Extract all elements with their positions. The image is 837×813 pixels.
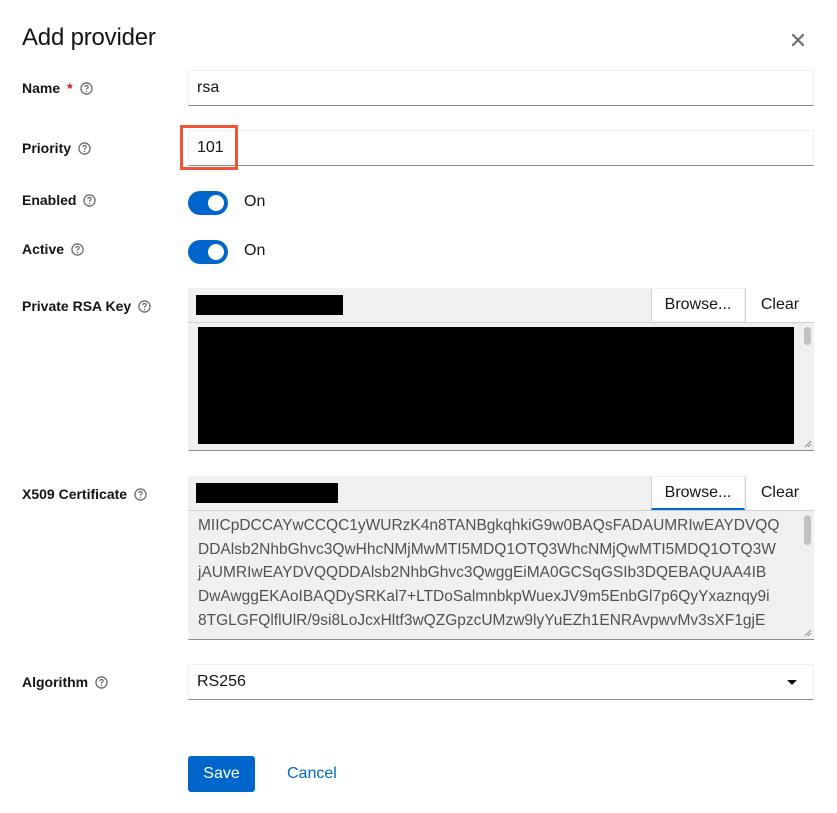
enabled-label: Enabled — [22, 192, 77, 208]
help-icon[interactable] — [138, 299, 151, 313]
enabled-state-label: On — [244, 193, 266, 210]
algorithm-label: Algorithm — [22, 674, 89, 690]
close-button[interactable] — [788, 30, 808, 50]
scrollbar[interactable] — [804, 515, 811, 545]
save-button[interactable]: Save — [188, 756, 255, 792]
certificate-filename[interactable] — [188, 476, 651, 510]
private-key-textarea[interactable] — [188, 323, 814, 451]
redacted-key-content — [198, 327, 794, 444]
priority-label: Priority — [22, 140, 72, 156]
scrollbar-thumb[interactable] — [804, 515, 811, 545]
certificate-browse-button[interactable]: Browse... — [651, 476, 745, 510]
help-icon[interactable] — [83, 193, 97, 207]
certificate-clear-button[interactable]: Clear — [745, 476, 814, 510]
enabled-toggle[interactable] — [188, 191, 228, 215]
private-key-label: Private RSA Key — [22, 298, 132, 314]
resize-handle-icon[interactable] — [804, 629, 812, 637]
modal-title: Add provider — [22, 24, 156, 51]
algorithm-selected-value: RS256 — [197, 673, 246, 690]
name-input[interactable]: rsa — [188, 70, 814, 106]
algorithm-label-group: Algorithm — [22, 674, 108, 690]
private-key-upload: Browse... Clear — [188, 288, 814, 451]
certificate-upload: Browse... Clear MIICpDCCAYwCCQC1yWURzK4n… — [188, 476, 814, 640]
required-mark: * — [67, 80, 73, 96]
redacted-filename — [196, 295, 343, 315]
redacted-filename — [196, 483, 338, 503]
private-key-clear-button[interactable]: Clear — [745, 288, 814, 322]
priority-input-value: 101 — [197, 139, 224, 156]
priority-label-group: Priority — [22, 140, 91, 156]
certificate-label-group: X509 Certificate — [22, 486, 147, 502]
enabled-label-group: Enabled — [22, 192, 97, 208]
help-icon[interactable] — [71, 242, 84, 256]
scrollbar[interactable] — [804, 327, 811, 345]
help-icon[interactable] — [78, 141, 91, 155]
name-label-group: Name * — [22, 80, 93, 96]
active-label: Active — [22, 241, 65, 257]
scrollbar-thumb[interactable] — [804, 327, 811, 345]
certificate-file-bar: Browse... Clear — [188, 476, 814, 511]
cancel-button[interactable]: Cancel — [287, 756, 337, 792]
active-state-label: On — [244, 242, 266, 259]
certificate-label: X509 Certificate — [22, 486, 128, 502]
close-icon — [792, 34, 804, 46]
certificate-content: MIICpDCCAYwCCQC1yWURzK4n8TANBgkqhkiG9w0B… — [198, 517, 780, 629]
active-toggle[interactable] — [188, 240, 228, 264]
caret-down-icon — [787, 679, 797, 685]
private-key-filename[interactable] — [188, 288, 651, 322]
help-icon[interactable] — [95, 675, 108, 689]
name-label: Name — [22, 80, 61, 96]
help-icon[interactable] — [134, 487, 147, 501]
private-key-label-group: Private RSA Key — [22, 298, 151, 314]
algorithm-select[interactable]: RS256 — [188, 664, 814, 700]
help-icon[interactable] — [79, 81, 93, 95]
resize-handle-icon[interactable] — [804, 440, 812, 448]
certificate-textarea[interactable]: MIICpDCCAYwCCQC1yWURzK4n8TANBgkqhkiG9w0B… — [188, 511, 814, 640]
private-key-browse-button[interactable]: Browse... — [651, 288, 745, 322]
active-label-group: Active — [22, 241, 84, 257]
name-input-value: rsa — [197, 79, 220, 96]
priority-input[interactable]: 101 — [188, 130, 814, 166]
private-key-file-bar: Browse... Clear — [188, 288, 814, 323]
